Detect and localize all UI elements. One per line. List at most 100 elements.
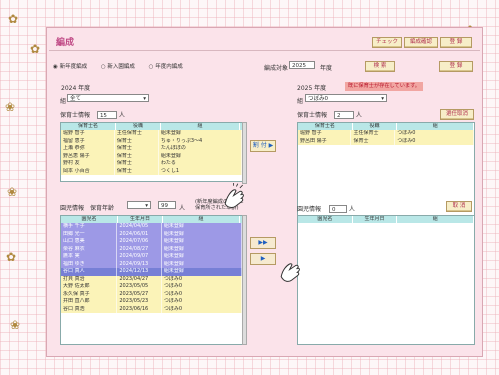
table-cell: 保育士: [115, 160, 159, 168]
table-row[interactable]: 野呂田 陽子 保育士 つぼみ0: [298, 137, 474, 145]
table-cell: 2024/08/27: [117, 245, 162, 253]
search-button[interactable]: 検 索: [365, 61, 395, 72]
right-year-label: 2025 年度: [297, 85, 327, 92]
table-cell: 組未登録: [162, 253, 242, 261]
table-row[interactable]: 田郷 光一 2024/06/01 組未登録: [61, 230, 242, 238]
radio-in-year[interactable]: ○ 年度内編成: [149, 64, 183, 70]
table-row[interactable]: 堀野 智子 主任保育士 組未登録: [61, 130, 242, 138]
table-cell: 組未登録: [162, 230, 242, 238]
assign-all-button[interactable]: ▶▶: [250, 237, 276, 249]
table-cell: 組未登録: [162, 260, 242, 268]
table-cell: 岡本 小百合: [61, 167, 115, 175]
children-cancel-button[interactable]: 取 消: [446, 201, 472, 212]
table-cell: 組未登録: [159, 152, 242, 160]
table-row[interactable]: 岡本 小百合 保育士 つくし1: [61, 167, 242, 175]
table-cell: 山口 恵美: [61, 238, 118, 246]
right-group-label: 組: [297, 98, 304, 105]
table-cell: 栗谷 麻衣: [61, 245, 118, 253]
table-row[interactable]: 井田 直八郎 2023/05/23 つぼみ0: [61, 298, 242, 306]
right-children-table: 園児名 生年月日 組: [297, 215, 475, 345]
left-year-label: 2024 年度: [61, 85, 91, 92]
table-cell: 打貝 真治: [61, 275, 118, 283]
table-cell: つぼみ0: [162, 305, 242, 313]
flower-decoration-icon: ❀: [10, 318, 21, 332]
table-cell: つぼみ0: [162, 275, 242, 283]
age-filter-select[interactable]: ▾: [127, 201, 151, 209]
table-cell: 組未登録: [162, 223, 242, 231]
radio-new-year[interactable]: ◉ 新年度編成: [53, 64, 87, 70]
table-cell: 野村 友: [61, 160, 115, 168]
table-cell: 2024/06/01: [117, 230, 162, 238]
table-cell: 保育士: [115, 167, 159, 175]
table-cell: 谷口 真浩: [61, 305, 118, 313]
left-children-table: 園児名 生年月日 組 横手 千子 2024/04/05 組未登録 田郷 光一 2024/…: [60, 215, 243, 345]
table-cell: つぼみ0: [395, 137, 474, 145]
table-cell: 谷口 真人: [61, 268, 118, 276]
table-row[interactable]: 鷹本 実 2024/09/07 組未登録: [61, 253, 242, 261]
pointer-hand-icon: [280, 263, 300, 282]
page-title: 編成: [56, 38, 75, 48]
right-staff-label: 保育士情報 2 人: [297, 111, 362, 119]
table-row[interactable]: 栗谷 麻衣 2024/08/27 組未登録: [61, 245, 242, 253]
table-row[interactable]: 堀野 智子 主任保育士 つぼみ0: [298, 130, 474, 138]
table-cell: 田郷 光一: [61, 230, 118, 238]
table-row[interactable]: 山口 恵美 2024/07/06 組未登録: [61, 238, 242, 246]
table-cell: 2023/05/23: [117, 298, 162, 306]
children-count-input: 99: [158, 201, 176, 209]
table-cell: 大野 佐太郎: [61, 283, 118, 291]
staff-cancel-button[interactable]: 選任取消: [440, 109, 474, 120]
table-cell: 上瀬 恭弥: [61, 145, 115, 153]
assign-one-button[interactable]: ▶: [250, 253, 276, 265]
target-year-input[interactable]: 2025: [289, 61, 315, 69]
table-cell: 2023/05/27: [117, 290, 162, 298]
left-group-select[interactable]: 全て ▾: [67, 94, 149, 102]
reference-button[interactable]: 編成確認: [404, 37, 438, 48]
left-staff-scrollbar[interactable]: [242, 122, 247, 184]
left-staff-table-header: 保育士名 役職 組: [61, 123, 242, 130]
table-row[interactable]: 谷口 真浩 2023/06/16 つぼみ0: [61, 305, 242, 313]
left-children-label: 園児情報 保育年齢: [60, 205, 114, 212]
table-cell: 主任保育士: [351, 130, 396, 138]
check-button[interactable]: チェック: [372, 37, 402, 48]
table-cell: 保育士: [115, 152, 159, 160]
right-group-select[interactable]: つぼみ0 ▾: [305, 94, 387, 102]
table-cell: 鷹本 実: [61, 253, 118, 261]
table-row[interactable]: 福田 ゆき 2024/09/13 組未登録: [61, 260, 242, 268]
left-staff-table: 保育士名 役職 組 堀野 智子 主任保育士 組未登録 福留 恵子 保育士 ちゅ・りっぷ3～…: [60, 122, 243, 182]
radio-new-entrance[interactable]: ○ 新入園編成: [101, 64, 135, 70]
table-cell: 2024/09/13: [117, 260, 162, 268]
assign-staff-button[interactable]: 割 付 ▶: [250, 140, 276, 152]
table-cell: 組未登録: [162, 245, 242, 253]
mode-options: ◉ 新年度編成 ○ 新入園編成 ○ 年度内編成: [53, 62, 183, 70]
table-row[interactable]: 野村 友保育士 わたる: [61, 160, 242, 168]
table-cell: つぼみ0: [162, 290, 242, 298]
register-button[interactable]: 登 録: [440, 37, 472, 48]
table-row[interactable]: 福留 恵子 保育士 ちゅ・りっぷ3～4: [61, 137, 242, 145]
table-row[interactable]: 野呂恵 陽子 保育士 組未登録: [61, 152, 242, 160]
flower-decoration-icon: ✿: [8, 12, 19, 26]
table-cell: 組未登録: [162, 268, 242, 276]
table-cell: つぼみ0: [162, 283, 242, 291]
table-cell: 野呂田 陽子: [298, 137, 352, 145]
table-cell: 野呂恵 陽子: [61, 152, 115, 160]
table-cell: つぼみ0: [162, 298, 242, 306]
left-children-scrollbar[interactable]: [242, 215, 247, 345]
table-row[interactable]: 大野 佐太郎 2023/05/05 つぼみ0: [61, 283, 242, 291]
table-cell: 組未登録: [162, 238, 242, 246]
table-row[interactable]: 谷口 真人 2024/12/13 組未登録: [61, 268, 242, 276]
target-label: 編成対象: [264, 65, 289, 72]
table-cell: 組未登録: [159, 130, 242, 138]
register2-button[interactable]: 登 録: [439, 61, 473, 72]
left-group-label: 組: [60, 98, 67, 105]
table-row[interactable]: 打貝 真治 2023/04/27 つぼみ0: [61, 275, 242, 283]
table-cell: つくし1: [159, 167, 242, 175]
table-cell: 保育士: [351, 137, 396, 145]
table-cell: 保育士: [115, 137, 159, 145]
table-row[interactable]: 上瀬 恭弥 保育士 たんぽぽの: [61, 145, 242, 153]
flower-decoration-icon: ✿: [30, 42, 41, 56]
table-row[interactable]: 永久保 真子 2023/05/27 つぼみ0: [61, 290, 242, 298]
table-cell: 2024/07/06: [117, 238, 162, 246]
table-row[interactable]: 横手 千子 2024/04/05 組未登録: [61, 223, 242, 231]
children-count-unit: 人: [179, 205, 186, 212]
table-cell: 堀野 智子: [298, 130, 352, 138]
